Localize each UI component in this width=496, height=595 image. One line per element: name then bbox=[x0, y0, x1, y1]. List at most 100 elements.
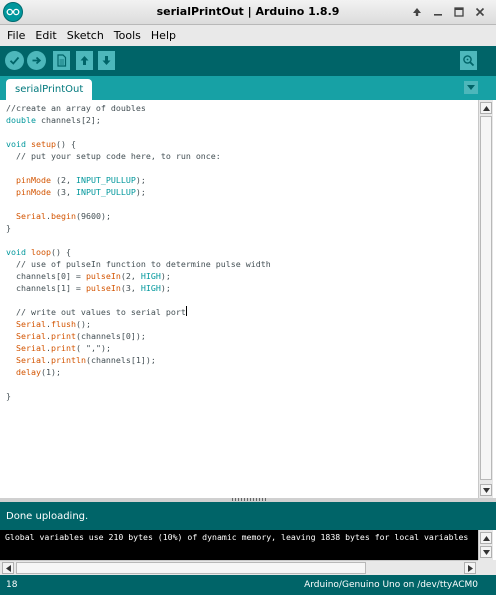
code-token: // put your setup code here, to run once… bbox=[6, 151, 221, 161]
scroll-down-icon[interactable] bbox=[480, 546, 492, 558]
code-token: Serial bbox=[16, 331, 46, 341]
code-token: (); bbox=[75, 319, 91, 329]
code-line[interactable]: } bbox=[6, 222, 271, 234]
tab-menu-dropdown-icon[interactable] bbox=[464, 81, 478, 94]
console-vertical-scrollbar[interactable] bbox=[478, 530, 493, 560]
scroll-up-icon[interactable] bbox=[480, 102, 492, 114]
code-line[interactable]: Serial.println(channels[1]); bbox=[6, 354, 271, 366]
code-token: pinMode bbox=[16, 187, 51, 197]
menu-file[interactable]: File bbox=[3, 29, 29, 42]
code-token: channels[0] = bbox=[6, 271, 86, 281]
code-token: (3, bbox=[120, 283, 141, 293]
menu-tools[interactable]: Tools bbox=[110, 29, 145, 42]
code-token: channels[2]; bbox=[35, 115, 101, 125]
scroll-down-icon[interactable] bbox=[480, 484, 492, 496]
open-icon[interactable] bbox=[76, 51, 93, 70]
console-output[interactable]: Global variables use 210 bytes (10%) of … bbox=[0, 530, 478, 560]
code-token: (9600); bbox=[75, 211, 111, 221]
minimize-icon[interactable] bbox=[430, 4, 446, 20]
code-line[interactable]: Serial.begin(9600); bbox=[6, 210, 271, 222]
scroll-left-icon[interactable] bbox=[2, 562, 14, 574]
code-token: HIGH bbox=[140, 283, 161, 293]
code-token: channels[1] = bbox=[6, 283, 86, 293]
source-code[interactable]: //create an array of doubles double chann… bbox=[6, 102, 271, 402]
code-line[interactable]: void loop() { bbox=[6, 246, 271, 258]
code-editor[interactable]: //create an array of doubles double chann… bbox=[0, 100, 478, 498]
text-caret bbox=[185, 306, 187, 316]
verify-icon[interactable] bbox=[5, 51, 24, 70]
code-line[interactable] bbox=[6, 198, 271, 210]
code-token: ); bbox=[135, 175, 146, 185]
code-token: // use of pulseIn function to determine … bbox=[6, 259, 271, 269]
upload-icon[interactable] bbox=[27, 51, 46, 70]
menu-edit[interactable]: Edit bbox=[31, 29, 60, 42]
code-line[interactable]: pinMode (3, INPUT_PULLUP); bbox=[6, 186, 271, 198]
code-line[interactable] bbox=[6, 234, 271, 246]
code-token: HIGH bbox=[140, 271, 161, 281]
code-token: pulseIn bbox=[85, 271, 121, 281]
scroll-right-icon[interactable] bbox=[464, 562, 476, 574]
code-token: print bbox=[50, 343, 76, 353]
code-token: INPUT_PULLUP bbox=[75, 175, 136, 185]
scroll-up-icon[interactable] bbox=[480, 532, 492, 544]
code-token: void bbox=[6, 139, 26, 149]
code-token: (channels[1]); bbox=[85, 355, 156, 365]
code-line[interactable] bbox=[6, 294, 271, 306]
close-icon[interactable] bbox=[472, 4, 488, 20]
code-line[interactable]: void setup() { bbox=[6, 138, 271, 150]
tab-serialprintout[interactable]: serialPrintOut bbox=[6, 79, 93, 100]
scrollbar-thumb[interactable] bbox=[16, 562, 366, 574]
code-token: Serial bbox=[16, 211, 46, 221]
code-line[interactable]: } bbox=[6, 390, 271, 402]
code-line[interactable] bbox=[6, 162, 271, 174]
scrollbar-thumb[interactable] bbox=[480, 116, 492, 480]
code-line[interactable]: //create an array of doubles bbox=[6, 102, 271, 114]
console-horizontal-scrollbar[interactable] bbox=[0, 560, 478, 575]
editor-vertical-scrollbar[interactable] bbox=[478, 100, 493, 498]
maximize-icon[interactable] bbox=[451, 4, 467, 20]
code-token: (2, bbox=[120, 271, 141, 281]
code-token: Serial bbox=[16, 343, 46, 353]
code-line[interactable]: pinMode (2, INPUT_PULLUP); bbox=[6, 174, 271, 186]
splitter-grip-icon[interactable] bbox=[232, 498, 266, 501]
up-arrow-icon[interactable] bbox=[409, 4, 425, 20]
code-line[interactable]: Serial.print(channels[0]); bbox=[6, 330, 271, 342]
code-line[interactable]: // write out values to serial port bbox=[6, 306, 271, 318]
code-line[interactable]: channels[0] = pulseIn(2, HIGH); bbox=[6, 270, 271, 282]
code-token: double bbox=[6, 115, 36, 125]
code-line[interactable]: Serial.flush(); bbox=[6, 318, 271, 330]
code-line[interactable] bbox=[6, 378, 271, 390]
code-token: println bbox=[50, 355, 86, 365]
code-token: } bbox=[6, 391, 11, 401]
code-token: ); bbox=[135, 187, 146, 197]
code-token: pinMode bbox=[16, 175, 51, 185]
code-line[interactable]: // put your setup code here, to run once… bbox=[6, 150, 271, 162]
code-line[interactable]: double channels[2]; bbox=[6, 114, 271, 126]
code-token: ( ","); bbox=[75, 343, 111, 353]
serial-monitor-icon[interactable] bbox=[460, 51, 477, 70]
save-icon[interactable] bbox=[98, 51, 115, 70]
status-bar: Done uploading. bbox=[0, 502, 496, 530]
menu-help[interactable]: Help bbox=[147, 29, 180, 42]
code-line[interactable]: // use of pulseIn function to determine … bbox=[6, 258, 271, 270]
code-token: begin bbox=[50, 211, 76, 221]
new-icon[interactable] bbox=[53, 51, 70, 70]
code-token: (1); bbox=[40, 367, 61, 377]
code-token: loop bbox=[30, 247, 51, 257]
cursor-line-number: 18 bbox=[6, 580, 18, 590]
code-line[interactable]: channels[1] = pulseIn(3, HIGH); bbox=[6, 282, 271, 294]
code-token: ); bbox=[160, 283, 171, 293]
code-line[interactable] bbox=[6, 126, 271, 138]
code-line[interactable]: delay(1); bbox=[6, 366, 271, 378]
scrollbar-corner bbox=[478, 560, 496, 575]
code-token: (3, bbox=[50, 187, 76, 197]
menu-sketch[interactable]: Sketch bbox=[63, 29, 108, 42]
code-line[interactable]: Serial.print( ","); bbox=[6, 342, 271, 354]
status-message: Done uploading. bbox=[6, 511, 89, 522]
code-token: (2, bbox=[50, 175, 76, 185]
code-token: //create an array of doubles bbox=[6, 103, 146, 113]
